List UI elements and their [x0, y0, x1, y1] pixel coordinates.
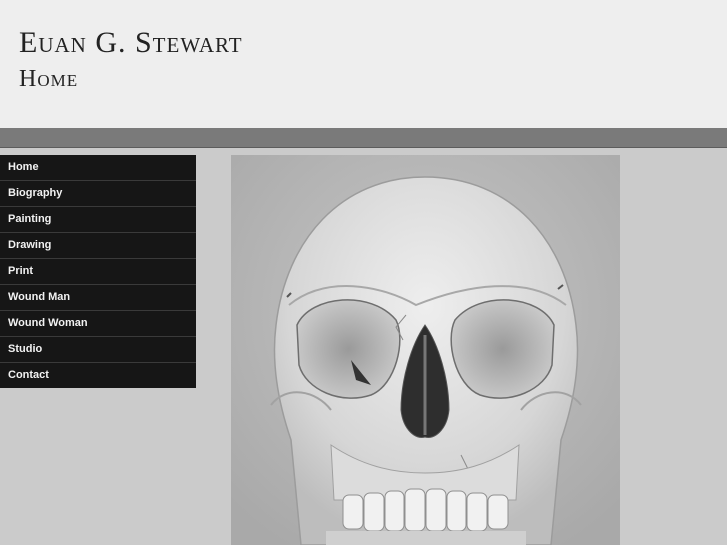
- nav-item-home[interactable]: Home: [0, 155, 196, 181]
- page-title: Home: [19, 66, 79, 92]
- nav-item-print[interactable]: Print: [0, 259, 196, 285]
- nav-item-painting[interactable]: Painting: [0, 207, 196, 233]
- nav-item-wound-woman[interactable]: Wound Woman: [0, 311, 196, 337]
- header-divider-band: [0, 128, 727, 148]
- main-nav: Home Biography Painting Drawing Print Wo…: [0, 155, 196, 388]
- skull-drawing-image: [231, 155, 620, 545]
- nav-item-contact[interactable]: Contact: [0, 363, 196, 388]
- site-header: Euan G. Stewart Home: [0, 0, 727, 128]
- featured-artwork-skull[interactable]: [231, 155, 620, 545]
- nav-item-wound-man[interactable]: Wound Man: [0, 285, 196, 311]
- nav-item-studio[interactable]: Studio: [0, 337, 196, 363]
- nav-item-drawing[interactable]: Drawing: [0, 233, 196, 259]
- site-title[interactable]: Euan G. Stewart: [19, 26, 243, 60]
- nav-item-biography[interactable]: Biography: [0, 181, 196, 207]
